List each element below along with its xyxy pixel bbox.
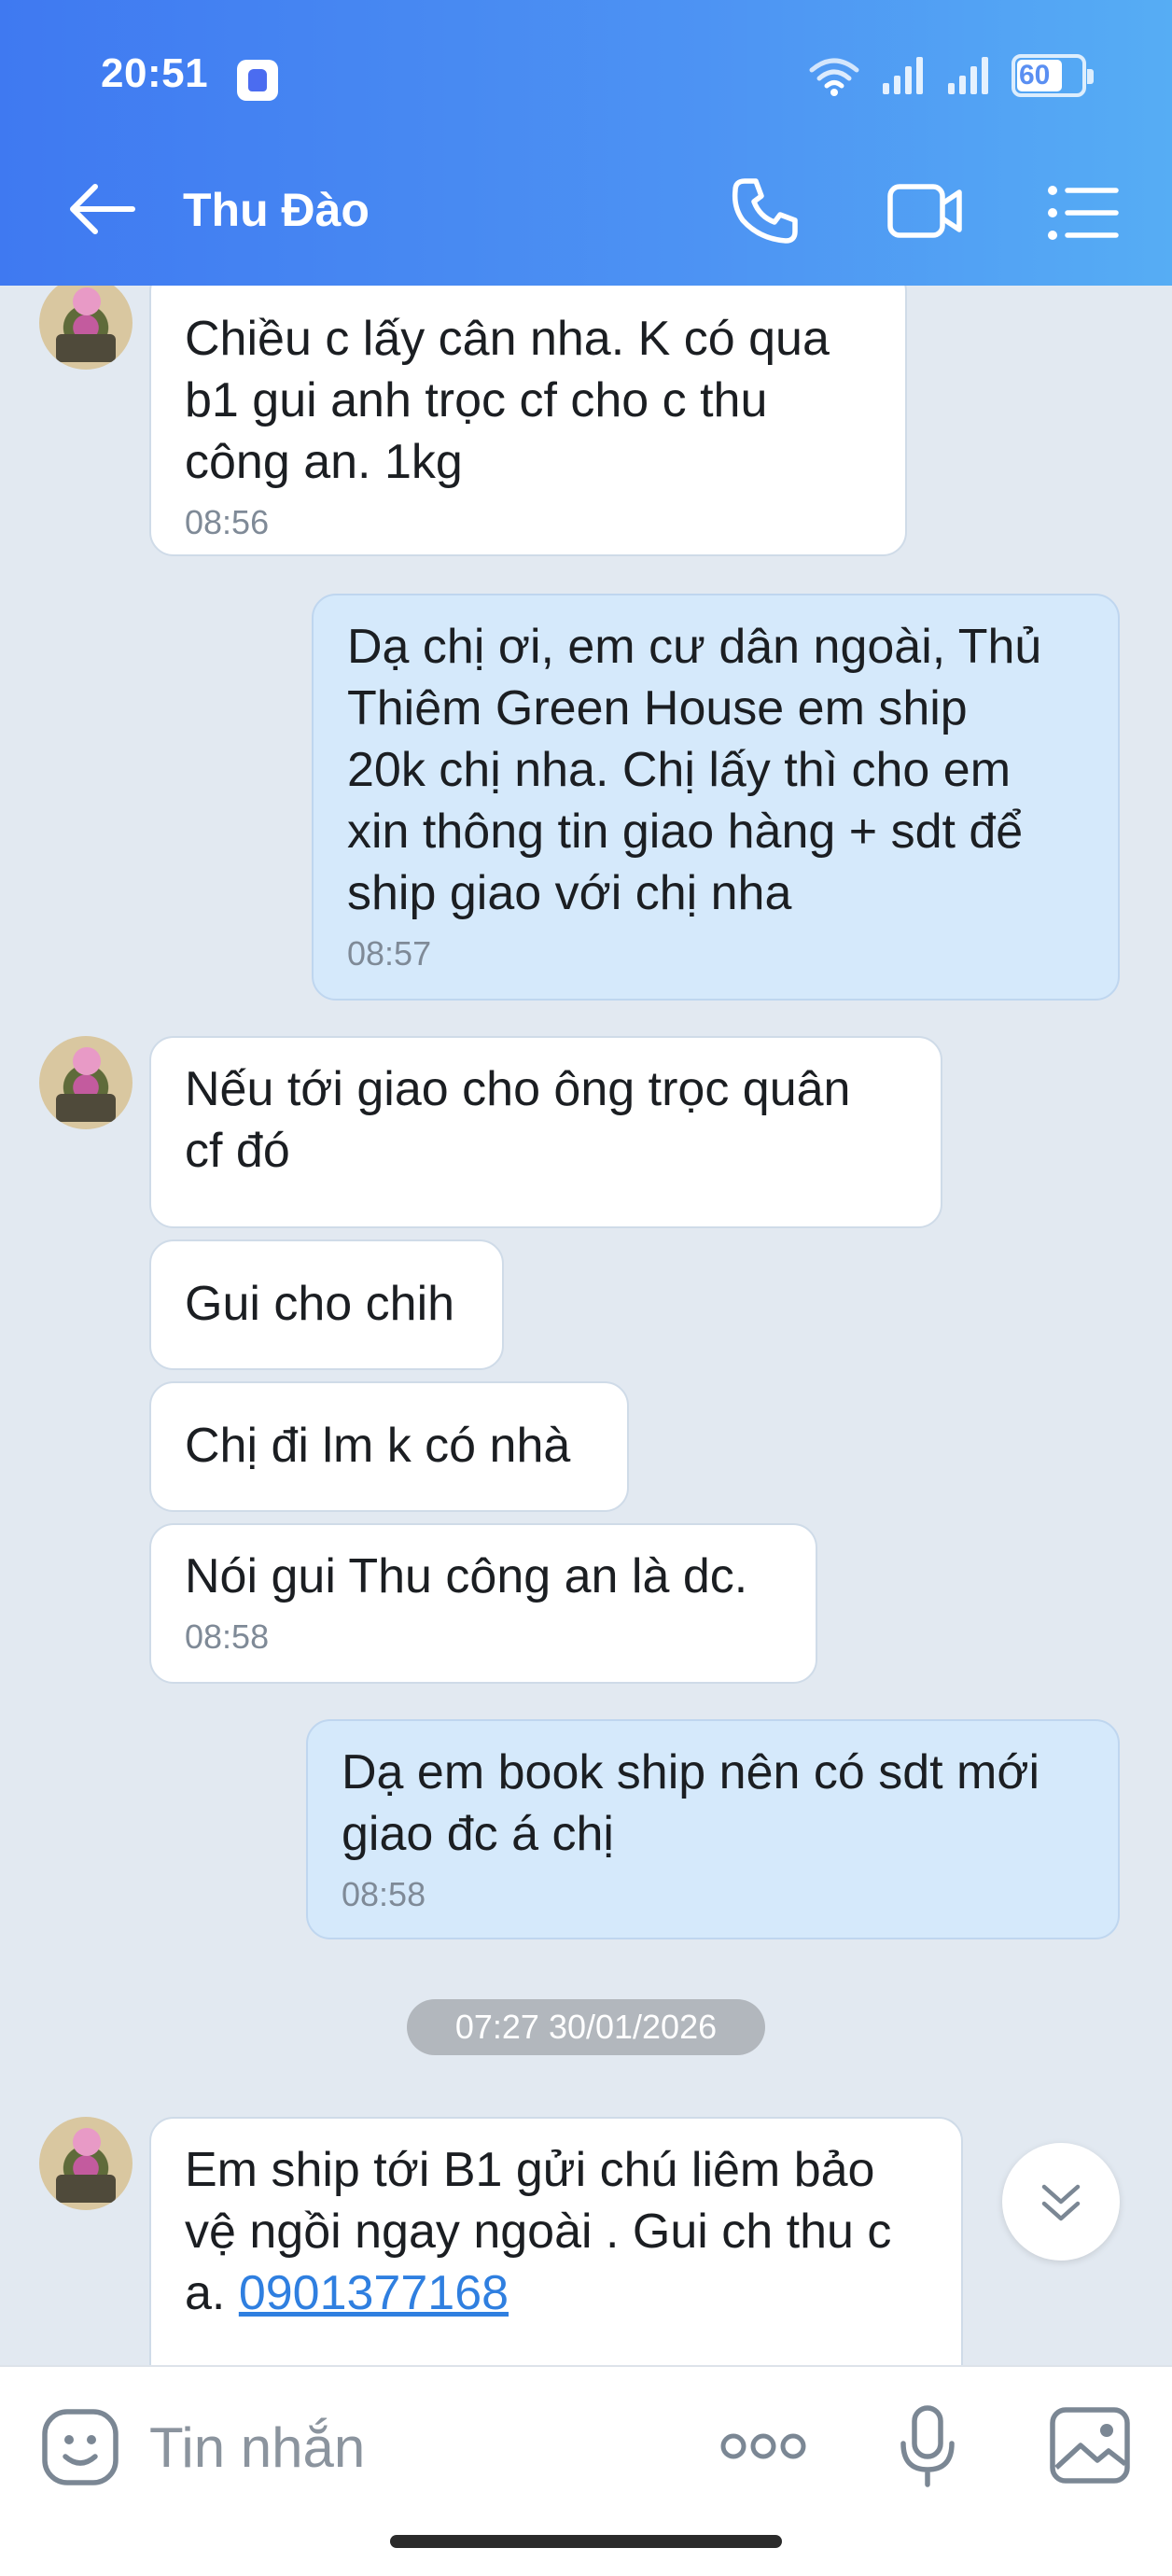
message-text: Em ship tới B1 gửi chú liêm bảo vệ ngồi …	[185, 2139, 928, 2324]
message-bubble-incoming[interactable]: Nói gui Thu công an là dc. 08:58	[149, 1523, 817, 1684]
microphone-icon[interactable]	[898, 2404, 957, 2490]
chat-screen: 20:51 60 Thu Đào Chiều c lấy cân nha. K …	[0, 0, 1172, 2576]
signal-icon-2	[948, 57, 988, 94]
message-text: Chiều c lấy cân nha. K có qua b1 gui anh…	[185, 312, 830, 489]
message-input-bar	[0, 2365, 1172, 2576]
signal-icon	[883, 57, 923, 94]
message-list[interactable]: Chiều c lấy cân nha. K có qua b1 gui anh…	[0, 286, 1172, 2365]
message-text: Nói gui Thu công an là dc.	[185, 1549, 748, 1603]
message-bubble-incoming[interactable]: Em ship tới B1 gửi chú liêm bảo vệ ngồi …	[149, 2117, 963, 2365]
message-bubble-outgoing[interactable]: Dạ em book ship nên có sdt mới giao đc á…	[306, 1719, 1120, 1939]
image-gallery-icon[interactable]	[1049, 2406, 1131, 2485]
phone-number-link[interactable]: 0901377168	[239, 2266, 509, 2320]
message-text: Chị đi lm k có nhà	[185, 1419, 571, 1473]
contact-avatar[interactable]	[39, 2117, 133, 2210]
message-time: 08:58	[342, 1875, 426, 1913]
sticker-emoji-icon[interactable]	[41, 2408, 119, 2486]
message-text: Dạ em book ship nên có sdt mới giao đc á…	[342, 1745, 1040, 1861]
home-indicator[interactable]	[390, 2535, 782, 2548]
message-text: Gui cho chih	[185, 1277, 455, 1331]
back-arrow-icon[interactable]	[63, 179, 138, 239]
message-time: 08:57	[347, 934, 432, 973]
chat-header: 20:51 60 Thu Đào	[0, 0, 1172, 286]
double-chevron-down-icon	[1041, 2184, 1081, 2221]
notification-app-icon	[237, 60, 278, 101]
wifi-icon	[809, 58, 859, 96]
message-bubble-incoming[interactable]: Chị đi lm k có nhà	[149, 1381, 629, 1512]
video-camera-icon[interactable]	[886, 174, 965, 248]
message-bubble-incoming[interactable]: Chiều c lấy cân nha. K có qua b1 gui anh…	[149, 286, 907, 556]
battery-level: 60	[1019, 60, 1051, 91]
phone-icon[interactable]	[728, 174, 802, 248]
contact-name[interactable]: Thu Đào	[183, 183, 370, 237]
message-text: Nếu tới giao cho ông trọc quân cf đó	[185, 1062, 851, 1178]
status-time: 20:51	[101, 50, 209, 96]
message-time: 08:56	[185, 503, 270, 541]
battery-indicator: 60	[1012, 54, 1094, 97]
more-options-icon[interactable]	[719, 2423, 808, 2470]
status-indicators: 60	[808, 54, 1094, 97]
message-bubble-incoming[interactable]: Nếu tới giao cho ông trọc quân cf đó	[149, 1036, 942, 1228]
message-input[interactable]	[149, 2401, 672, 2494]
list-menu-icon[interactable]	[1045, 177, 1120, 248]
date-separator: 07:27 30/01/2026	[407, 1999, 765, 2055]
scroll-to-bottom-button[interactable]	[1002, 2143, 1120, 2261]
message-time: 08:58	[185, 1617, 270, 1656]
message-bubble-outgoing[interactable]: Dạ chị ơi, em cư dân ngoài, Thủ Thiêm Gr…	[312, 594, 1120, 1001]
contact-avatar[interactable]	[39, 1036, 133, 1129]
contact-avatar[interactable]	[39, 286, 133, 370]
message-text: Dạ chị ơi, em cư dân ngoài, Thủ Thiêm Gr…	[347, 620, 1042, 920]
message-bubble-incoming[interactable]: Gui cho chih	[149, 1239, 504, 1370]
